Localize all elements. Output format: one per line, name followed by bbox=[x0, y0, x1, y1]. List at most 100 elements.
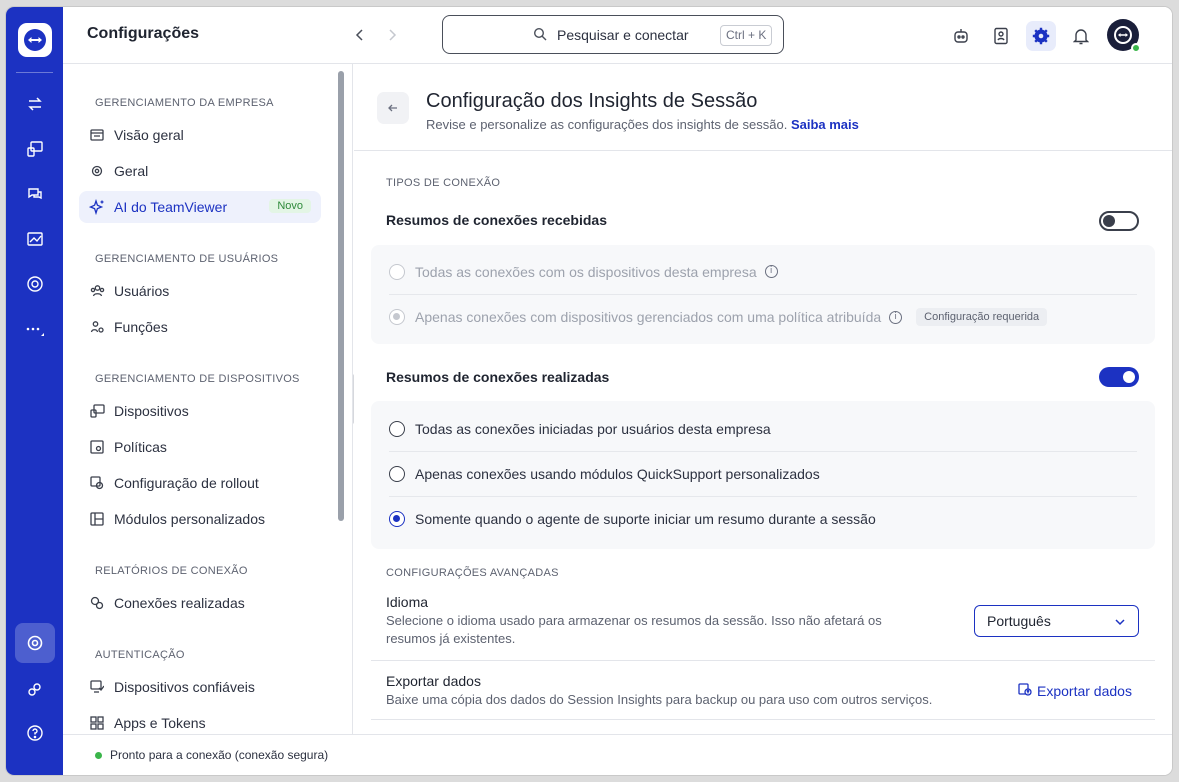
sidebar-item-label: Conexões realizadas bbox=[114, 595, 245, 611]
config-required-chip: Configuração requerida bbox=[916, 308, 1048, 326]
info-icon[interactable]: i bbox=[889, 310, 903, 324]
radio-incoming-all[interactable] bbox=[389, 263, 405, 280]
radio-outgoing-agent[interactable] bbox=[389, 511, 405, 527]
sidebar-item-label: Políticas bbox=[114, 439, 167, 455]
content-title: Configuração dos Insights de Sessão bbox=[426, 90, 758, 112]
info-icon[interactable]: i bbox=[764, 265, 778, 278]
outgoing-option-quicksupport[interactable]: Apenas conexões usando módulos QuickSupp… bbox=[389, 451, 1137, 496]
back-button[interactable] bbox=[377, 92, 409, 124]
rail-separator bbox=[16, 72, 53, 73]
chevron-down-icon bbox=[1114, 615, 1126, 631]
radio-outgoing-quicksupport[interactable] bbox=[389, 466, 405, 482]
incoming-summaries-toggle[interactable] bbox=[1099, 211, 1139, 231]
monitoring-icon[interactable] bbox=[20, 224, 50, 254]
users-icon bbox=[89, 283, 105, 299]
sidebar-item-label: Dispositivos confiáveis bbox=[114, 679, 255, 695]
forward-nav-button[interactable] bbox=[382, 24, 402, 46]
main-content: Configuração dos Insights de Sessão Revi… bbox=[354, 64, 1172, 734]
language-label: Idioma bbox=[386, 594, 429, 610]
incoming-option-managed[interactable]: Apenas conexões com dispositivos gerenci… bbox=[389, 294, 1137, 339]
sidebar-item-devices[interactable]: Dispositivos bbox=[79, 395, 321, 427]
language-select[interactable]: Português bbox=[974, 605, 1139, 637]
section-title-auth: AUTENTICAÇÃO bbox=[95, 649, 185, 661]
account-switch-icon[interactable] bbox=[20, 675, 50, 705]
export-icon bbox=[1018, 682, 1032, 699]
export-description: Baixe uma cópia dos dados do Session Ins… bbox=[386, 692, 933, 707]
search-input[interactable]: Pesquisar e conectar Ctrl + K bbox=[442, 15, 784, 54]
sidebar-item-roles[interactable]: Funções bbox=[79, 311, 321, 343]
sidebar-item-ai-teamviewer[interactable]: AI do TeamViewer Novo bbox=[79, 191, 321, 223]
support-icon[interactable] bbox=[20, 269, 50, 299]
sidebar-item-policies[interactable]: Políticas bbox=[79, 431, 321, 463]
status-text: Pronto para a conexão (conexão segura) bbox=[110, 748, 329, 762]
language-desc-line2: resumos já existentes. bbox=[386, 631, 516, 646]
contacts-icon[interactable] bbox=[986, 21, 1016, 51]
sidebar-item-overview[interactable]: Visão geral bbox=[79, 119, 321, 151]
chat-icon[interactable] bbox=[20, 179, 50, 209]
user-avatar[interactable] bbox=[1107, 19, 1141, 53]
language-select-value: Português bbox=[987, 613, 1051, 629]
learn-more-link[interactable]: Saiba mais bbox=[791, 117, 859, 132]
remote-connect-icon[interactable] bbox=[20, 89, 50, 119]
section-title-reports: RELATÓRIOS DE CONEXÃO bbox=[95, 565, 248, 577]
outgoing-option-all[interactable]: Todas as conexões iniciadas por usuários… bbox=[389, 406, 1137, 451]
radio-outgoing-all[interactable] bbox=[389, 420, 405, 437]
divider bbox=[371, 719, 1155, 720]
incoming-summaries-label: Resumos de conexões recebidas bbox=[386, 212, 607, 228]
outgoing-options-group: Todas as conexões iniciadas por usuários… bbox=[371, 401, 1155, 549]
modules-icon bbox=[89, 511, 105, 527]
divider bbox=[354, 150, 1172, 151]
connection-types-header: TIPOS DE CONEXÃO bbox=[386, 177, 501, 189]
sidebar-item-general[interactable]: Geral bbox=[79, 155, 321, 187]
top-bar: Configurações Pesquisar e conectar Ctrl … bbox=[63, 7, 1172, 64]
settings-gear-icon[interactable] bbox=[1026, 21, 1056, 51]
connection-status-dot bbox=[95, 751, 102, 759]
app-window: Configurações Pesquisar e conectar Ctrl … bbox=[6, 7, 1172, 775]
subtitle-text: Revise e personalize as configurações do… bbox=[426, 117, 788, 132]
back-nav-button[interactable] bbox=[350, 24, 370, 46]
status-bar: Pronto para a conexão (conexão segura) bbox=[63, 734, 1172, 775]
incoming-options-group: Todas as conexões com os dispositivos de… bbox=[371, 245, 1155, 344]
sidebar-scrollbar[interactable] bbox=[338, 71, 344, 521]
search-shortcut: Ctrl + K bbox=[720, 25, 773, 46]
sidebar-item-connections[interactable]: Conexões realizadas bbox=[79, 587, 321, 619]
outgoing-option-agent[interactable]: Somente quando o agente de suporte inici… bbox=[389, 496, 1137, 541]
trusted-devices-icon bbox=[89, 679, 105, 695]
option-label: Todas as conexões iniciadas por usuários… bbox=[415, 420, 771, 437]
radio-incoming-managed[interactable] bbox=[389, 309, 405, 325]
sidebar-item-label: Usuários bbox=[114, 283, 170, 299]
outgoing-summaries-toggle[interactable] bbox=[1099, 367, 1139, 387]
teamviewer-logo[interactable] bbox=[18, 23, 52, 57]
sidebar-item-trusted-devices[interactable]: Dispositivos confiáveis bbox=[79, 671, 321, 703]
export-data-button[interactable]: Exportar dados bbox=[1018, 682, 1132, 699]
sparkle-icon bbox=[89, 199, 105, 215]
policies-icon bbox=[89, 439, 105, 455]
sidebar-item-users[interactable]: Usuários bbox=[79, 275, 321, 307]
search-icon bbox=[533, 27, 547, 46]
option-label: Apenas conexões com dispositivos gerenci… bbox=[415, 309, 882, 325]
section-title-users: GERENCIAMENTO DE USUÁRIOS bbox=[95, 253, 279, 265]
toggle-knob bbox=[1123, 371, 1135, 383]
online-status-dot bbox=[1131, 43, 1141, 53]
help-icon[interactable] bbox=[20, 718, 50, 748]
option-label: Todas as conexões com os dispositivos de… bbox=[415, 263, 757, 280]
assistant-icon[interactable] bbox=[946, 21, 976, 51]
settings-rail-icon[interactable] bbox=[15, 623, 55, 663]
roles-icon bbox=[89, 319, 105, 335]
export-label: Exportar dados bbox=[386, 673, 481, 689]
sidebar-item-label: Dispositivos bbox=[114, 403, 189, 419]
sidebar-item-rollout[interactable]: Configuração de rollout bbox=[79, 467, 321, 499]
apps-icon bbox=[89, 715, 105, 731]
content-subtitle: Revise e personalize as configurações do… bbox=[426, 117, 859, 132]
devices-rail-icon[interactable] bbox=[20, 134, 50, 164]
page-title: Configurações bbox=[87, 25, 200, 42]
incoming-option-all[interactable]: Todas as conexões com os dispositivos de… bbox=[389, 249, 1137, 294]
sidebar-item-modules[interactable]: Módulos personalizados bbox=[79, 503, 321, 535]
option-label: Somente quando o agente de suporte inici… bbox=[415, 511, 876, 527]
more-apps-icon[interactable] bbox=[20, 314, 50, 344]
language-description: Selecione o idioma usado para armazenar … bbox=[386, 612, 882, 648]
notifications-bell-icon[interactable] bbox=[1066, 21, 1096, 51]
advanced-settings-header: CONFIGURAÇÕES AVANÇADAS bbox=[386, 567, 559, 579]
sidebar-item-label: Visão geral bbox=[114, 127, 184, 143]
language-desc-line1: Selecione o idioma usado para armazenar … bbox=[386, 613, 882, 628]
